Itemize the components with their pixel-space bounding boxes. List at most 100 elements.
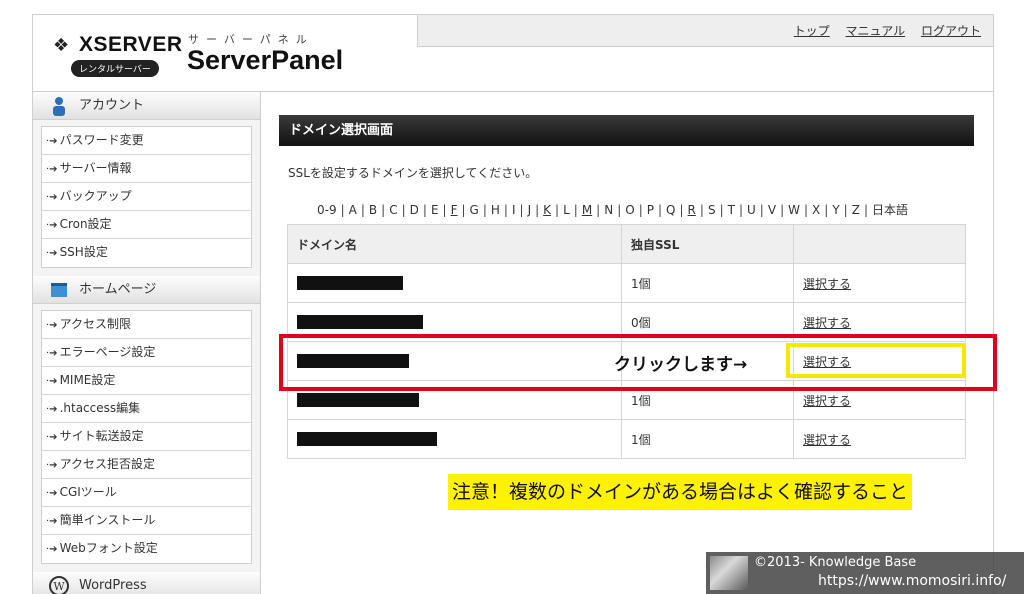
alphabet-filter-W: W <box>788 203 800 217</box>
sidebar-item-label: アクセス制限 <box>59 317 131 331</box>
select-button[interactable]: 選択する <box>803 433 851 447</box>
logout-link[interactable]: ログアウト <box>921 24 981 38</box>
highlight-button-box <box>786 343 966 378</box>
sidebar-item-mime[interactable]: ·➔ MIME設定 <box>42 367 251 395</box>
alphabet-filter-O: O <box>625 203 635 217</box>
redacted-domain <box>297 315 423 330</box>
alphabet-filter-F[interactable]: F <box>451 203 458 217</box>
arrow-icon: ·➔ <box>46 460 58 471</box>
alphabet-filter-日本語: 日本語 <box>871 203 908 217</box>
alphabet-separator: | <box>617 203 622 217</box>
alphabet-filter-C: C <box>389 203 398 217</box>
redacted-domain <box>297 393 419 408</box>
domain-cell <box>287 419 622 459</box>
sidebar-item-ssh[interactable]: ·➔ SSH設定 <box>42 239 251 267</box>
sidebar-item-label: エラーページ設定 <box>59 345 156 359</box>
alphabet-filter-0-9: 0-9 <box>317 203 337 217</box>
arrow-icon: ·➔ <box>46 164 58 175</box>
alphabet-separator: | <box>519 203 524 217</box>
alphabet-separator: | <box>422 203 427 217</box>
sidebar-item-web-font[interactable]: ·➔ Webフォント設定 <box>42 535 251 563</box>
arrow-icon: ·➔ <box>46 220 58 231</box>
sidebar-item-access-limit[interactable]: ·➔ アクセス制限 <box>42 311 251 339</box>
sidebar-item-server-info[interactable]: ·➔ サーバー情報 <box>42 155 251 183</box>
sidebar-item-backup[interactable]: ·➔ バックアップ <box>42 183 251 211</box>
sidebar-item-password[interactable]: ·➔ パスワード変更 <box>42 127 251 155</box>
alphabet-filter-P: P <box>646 203 654 217</box>
select-button[interactable]: 選択する <box>803 316 851 330</box>
column-header-domain: ドメイン名 <box>287 224 622 264</box>
arrow-icon: ·➔ <box>46 192 58 203</box>
alphabet-separator: | <box>535 203 540 217</box>
action-cell: 選択する <box>793 419 966 459</box>
alphabet-filter-V: V <box>767 203 777 217</box>
watermark-thumbnail <box>710 556 748 590</box>
select-button[interactable]: 選択する <box>803 394 851 408</box>
sidebar-item-label: アクセス拒否設定 <box>59 457 155 471</box>
alphabet-separator: | <box>824 203 829 217</box>
table-row: 1個 選択する <box>287 263 966 303</box>
alphabet-filter-M[interactable]: M <box>582 203 592 217</box>
sidebar-section-wordpress[interactable]: W WordPress <box>33 572 260 594</box>
alphabet-separator: | <box>555 203 560 217</box>
sidebar-item-label: サーバー情報 <box>59 161 132 175</box>
logo-badge: レンタルサーバー <box>71 60 159 77</box>
sidebar-list-homepage: ·➔ アクセス制限 ·➔ エラーページ設定 ·➔ MIME設定 ·➔ .htaccess… <box>41 310 252 564</box>
ssl-count-cell: 1個 <box>621 263 794 303</box>
sidebar: アカウント ·➔ パスワード変更 ·➔ サーバー情報 ·➔ バックアップ ·➔ Cron… <box>33 92 261 594</box>
sidebar-item-error-page[interactable]: ·➔ エラーページ設定 <box>42 339 251 367</box>
arrow-icon: ·➔ <box>46 404 58 415</box>
sidebar-section-homepage[interactable]: ホームページ <box>33 276 260 304</box>
alphabet-separator: | <box>482 203 487 217</box>
wordpress-icon: W <box>49 576 69 594</box>
alphabet-separator: | <box>658 203 663 217</box>
arrow-icon: ·➔ <box>46 348 58 359</box>
arrow-icon: ·➔ <box>46 432 58 443</box>
sidebar-item-label: .htaccess編集 <box>59 401 141 415</box>
alphabet-separator: | <box>360 203 365 217</box>
alphabet-separator: | <box>381 203 386 217</box>
caution-note: 注意！複数のドメインがある場合はよく確認すること <box>448 474 913 510</box>
arrow-icon: ·➔ <box>46 376 58 387</box>
sidebar-item-label: CGIツール <box>59 485 117 499</box>
alphabet-filter-A: A <box>348 203 357 217</box>
domain-cell <box>287 263 622 303</box>
sidebar-item-label: Cron設定 <box>59 217 112 231</box>
select-button[interactable]: 選択する <box>803 277 851 291</box>
header: ❖ XSERVER レンタルサーバー サーバーパネル ServerPanel ト… <box>33 14 993 92</box>
alphabet-filter-G: G <box>469 203 479 217</box>
sidebar-item-redirect[interactable]: ·➔ サイト転送設定 <box>42 423 251 451</box>
watermark-copyright: ©2013- Knowledge Base <box>754 555 917 570</box>
sidebar-item-htaccess[interactable]: ·➔ .htaccess編集 <box>42 395 251 423</box>
alphabet-separator: | <box>719 203 724 217</box>
sidebar-item-access-deny[interactable]: ·➔ アクセス拒否設定 <box>42 451 251 479</box>
alphabet-filter-R[interactable]: R <box>688 203 696 217</box>
watermark: ©2013- Knowledge Base https://www.momosi… <box>706 552 1024 594</box>
logo-text: XSERVER <box>79 33 183 56</box>
alphabet-filter-S: S <box>707 203 716 217</box>
monitor-icon <box>51 283 67 297</box>
arrow-icon: ·➔ <box>46 488 58 499</box>
alphabet-separator: | <box>679 203 684 217</box>
sidebar-list-account: ·➔ パスワード変更 ·➔ サーバー情報 ·➔ バックアップ ·➔ Cron設定 ·➔ S… <box>41 126 252 268</box>
xserver-logo-icon: ❖ <box>53 35 70 56</box>
sidebar-item-easy-install[interactable]: ·➔ 簡単インストール <box>42 507 251 535</box>
alphabet-separator: | <box>442 203 447 217</box>
header-links: トップ マニュアル ログアウト <box>782 22 981 39</box>
redacted-domain <box>297 276 403 291</box>
sidebar-section-account[interactable]: アカウント <box>33 92 260 120</box>
manual-link[interactable]: マニュアル <box>846 24 906 38</box>
page-title: ドメイン選択画面 <box>279 115 974 146</box>
sidebar-item-cgi-tool[interactable]: ·➔ CGIツール <box>42 479 251 507</box>
top-link[interactable]: トップ <box>794 24 830 38</box>
alphabet-separator: | <box>340 203 345 217</box>
alphabet-separator: | <box>738 203 743 217</box>
panel-title: ServerPanel <box>187 45 344 75</box>
alphabet-filter-Q: Q <box>666 203 676 217</box>
sidebar-item-cron[interactable]: ·➔ Cron設定 <box>42 211 251 239</box>
click-instruction-label: クリックします→ <box>614 355 748 375</box>
alphabet-separator: | <box>596 203 601 217</box>
alphabet-filter-K[interactable]: K <box>543 203 551 217</box>
alphabet-separator: | <box>699 203 704 217</box>
column-header-action <box>793 224 966 264</box>
